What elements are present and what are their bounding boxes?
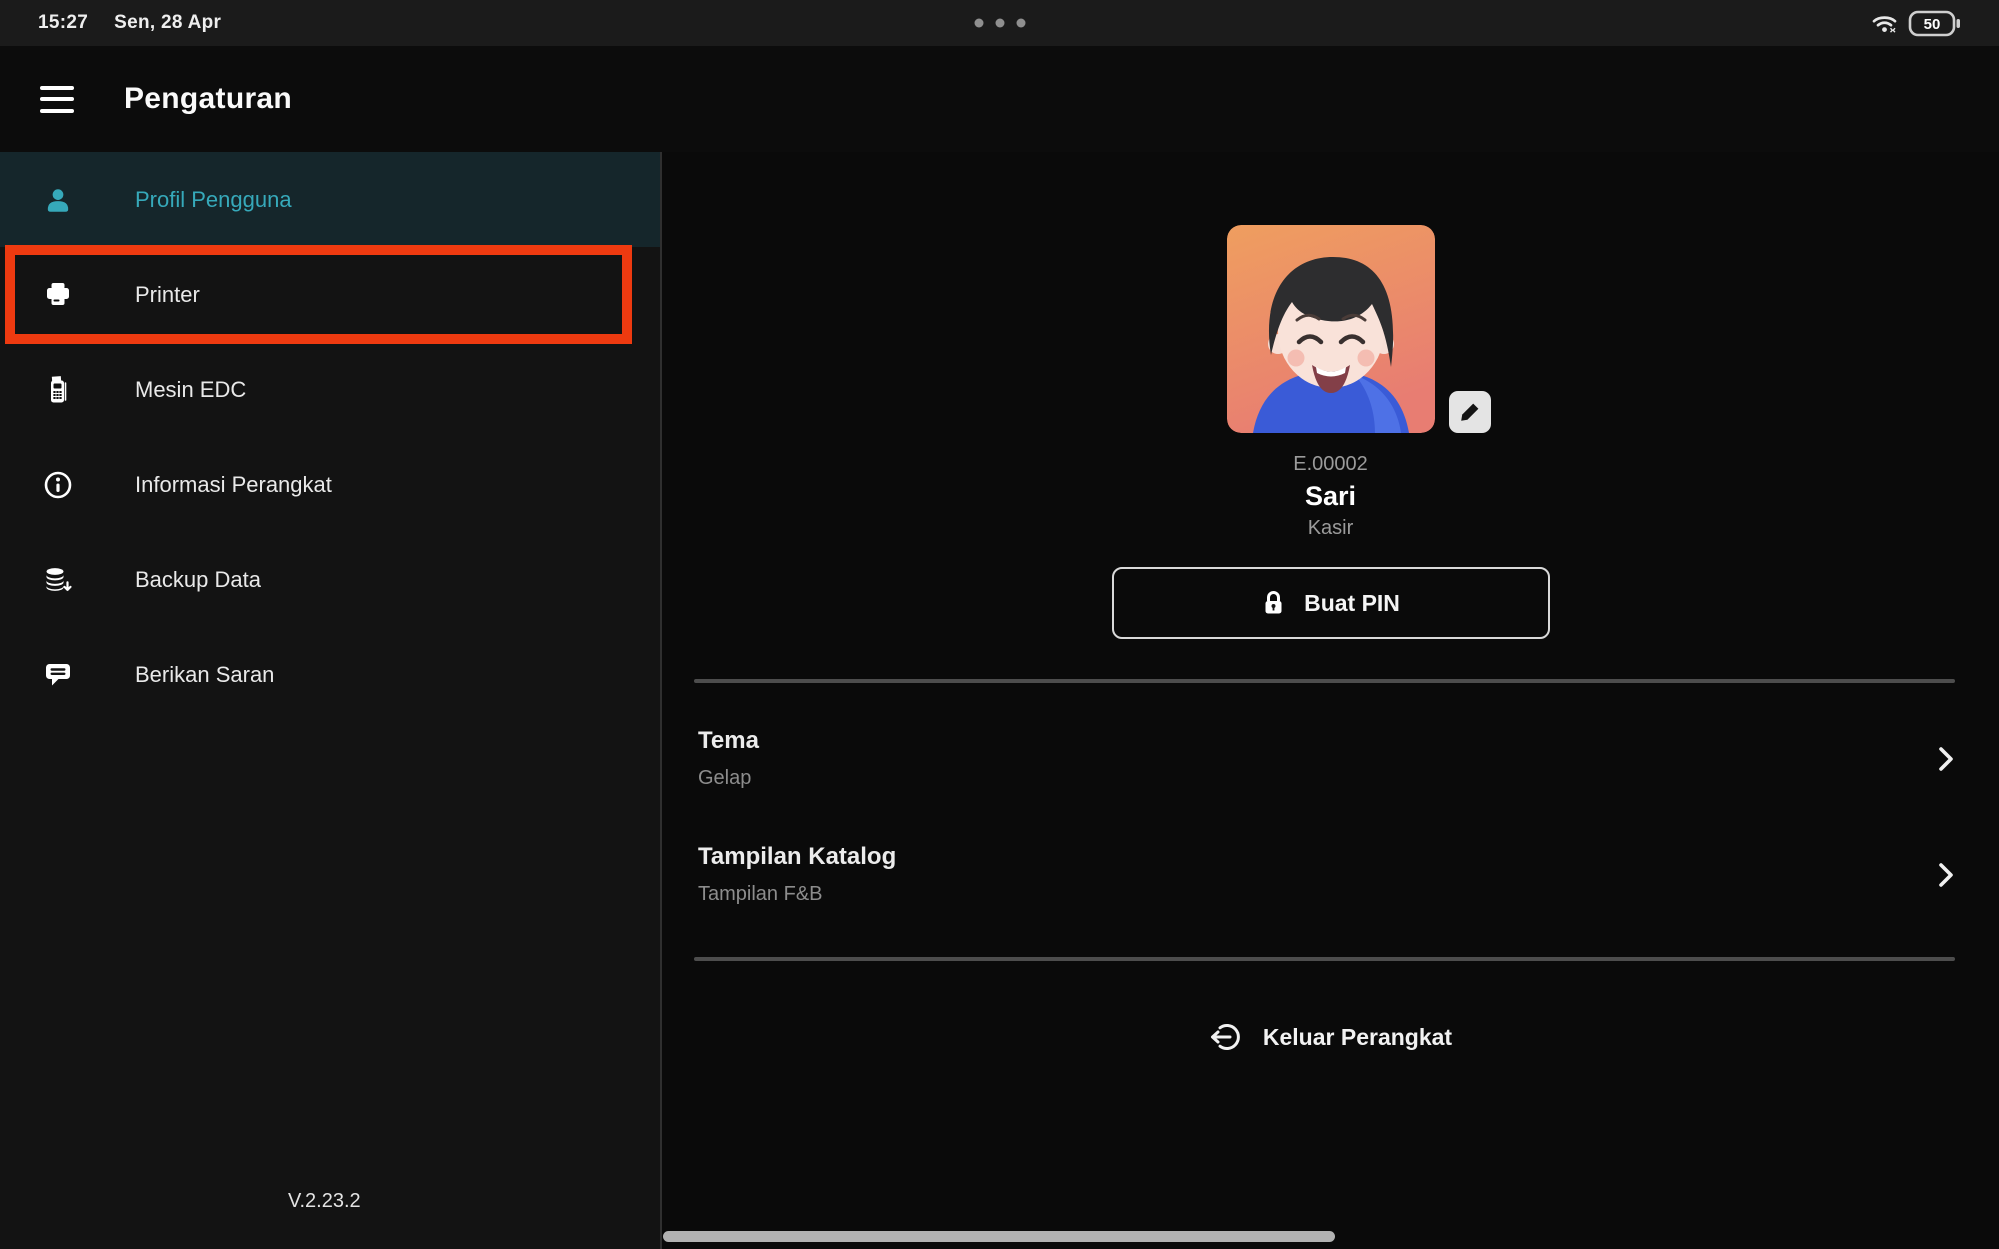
sidebar-item-informasi-perangkat[interactable]: Informasi Perangkat — [0, 437, 660, 532]
setting-value: Tampilan F&B — [698, 883, 896, 906]
wifi-icon — [1871, 12, 1898, 34]
app-version: V.2.23.2 — [288, 1190, 361, 1213]
profile-panel: E.00002 Sari Kasir Buat PIN Tema Gelap — [662, 152, 1999, 1249]
employee-id: E.00002 — [1293, 453, 1368, 476]
divider — [694, 957, 1955, 961]
battery-icon: 50 — [1908, 10, 1961, 37]
setting-value: Gelap — [698, 767, 759, 790]
settings-screen: 15:27 Sen, 28 Apr 50 — [0, 0, 1999, 1249]
settings-list: Tema Gelap Tampilan Katalog Tampilan F&B — [662, 683, 1999, 906]
person-icon — [36, 185, 80, 215]
status-date: Sen, 28 Apr — [114, 12, 221, 34]
clock: 15:27 — [38, 12, 88, 34]
sidebar-item-profil-pengguna[interactable]: Profil Pengguna — [0, 152, 660, 247]
printer-icon — [36, 279, 80, 311]
sidebar-item-label: Backup Data — [135, 567, 261, 593]
logout-device-button[interactable]: Keluar Perangkat — [1209, 1021, 1452, 1053]
sidebar-item-backup-data[interactable]: Backup Data — [0, 532, 660, 627]
create-pin-button[interactable]: Buat PIN — [1112, 567, 1550, 639]
app-header: Pengaturan — [0, 46, 1999, 152]
lock-icon — [1261, 589, 1286, 617]
sidebar-item-label: Profil Pengguna — [135, 187, 292, 213]
create-pin-label: Buat PIN — [1304, 590, 1400, 617]
sidebar-item-printer[interactable]: Printer — [0, 247, 660, 342]
avatar — [1227, 225, 1435, 433]
status-left: 15:27 Sen, 28 Apr — [38, 12, 221, 34]
sidebar-item-mesin-edc[interactable]: Mesin EDC — [0, 342, 660, 437]
setting-title: Tampilan Katalog — [698, 843, 896, 871]
horizontal-scrollbar[interactable] — [663, 1231, 1335, 1242]
logout-icon — [1209, 1021, 1241, 1053]
setting-row-tema[interactable]: Tema Gelap — [698, 727, 1955, 790]
employee-name: Sari — [1305, 481, 1356, 512]
info-icon — [36, 469, 80, 501]
logout-label: Keluar Perangkat — [1263, 1024, 1452, 1051]
setting-title: Tema — [698, 727, 759, 755]
settings-sidebar: Profil Pengguna Printer — [0, 152, 662, 1249]
annotation-highlight-box — [5, 245, 632, 344]
avatar-wrap — [1227, 225, 1435, 433]
status-bar: 15:27 Sen, 28 Apr 50 — [0, 0, 1999, 46]
employee-role: Kasir — [1308, 517, 1354, 540]
sidebar-item-label: Informasi Perangkat — [135, 472, 332, 498]
sidebar-item-label: Printer — [135, 282, 200, 308]
edit-avatar-button[interactable] — [1449, 391, 1491, 433]
battery-level-text: 50 — [1924, 16, 1941, 33]
sidebar-item-label: Mesin EDC — [135, 377, 246, 403]
camera-notch-dots — [974, 19, 1025, 28]
chevron-right-icon — [1937, 861, 1955, 889]
page-title: Pengaturan — [124, 82, 292, 116]
edc-terminal-icon — [36, 374, 80, 406]
hamburger-menu-icon[interactable] — [40, 86, 74, 113]
chevron-right-icon — [1937, 745, 1955, 773]
sidebar-item-label: Berikan Saran — [135, 662, 274, 688]
status-right: 50 — [1871, 10, 1961, 37]
database-upload-icon — [36, 564, 80, 596]
feedback-bubble-icon — [36, 659, 80, 691]
setting-row-tampilan-katalog[interactable]: Tampilan Katalog Tampilan F&B — [698, 843, 1955, 906]
sidebar-item-berikan-saran[interactable]: Berikan Saran — [0, 627, 660, 722]
pencil-icon — [1459, 401, 1481, 423]
